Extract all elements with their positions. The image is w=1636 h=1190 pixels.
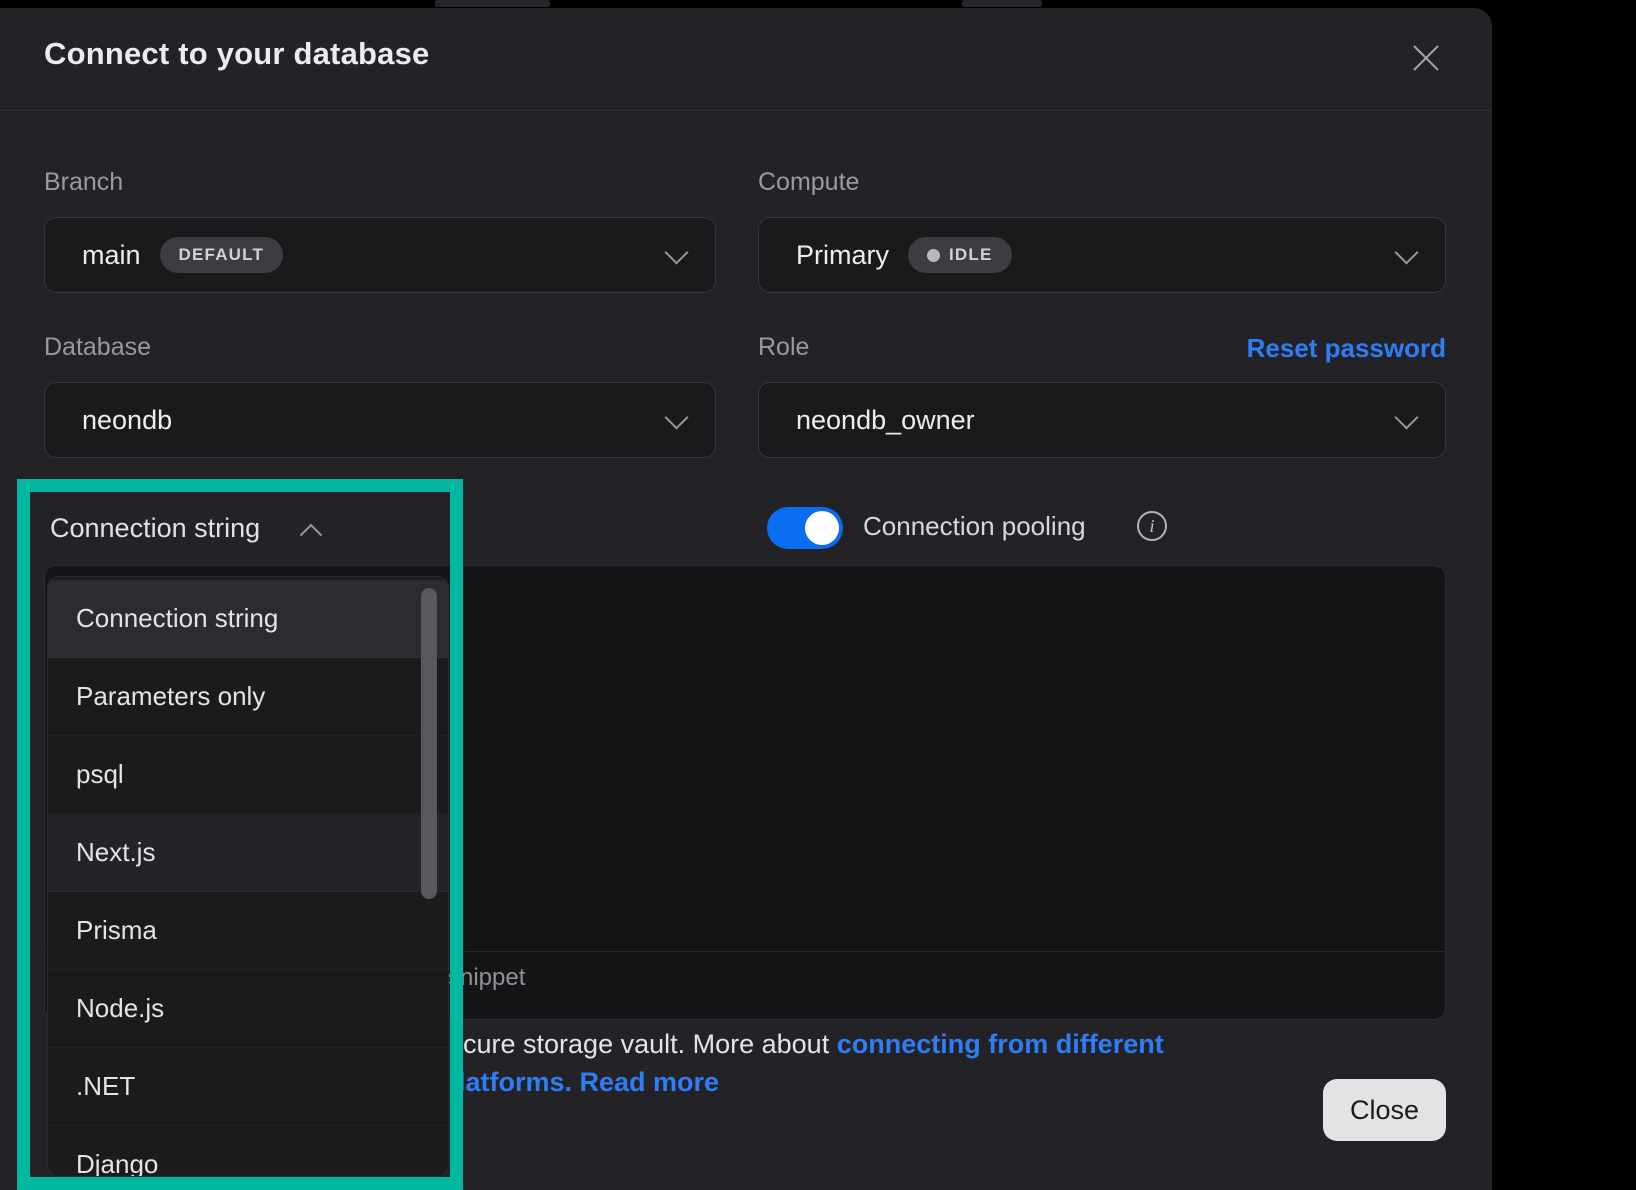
reset-password-link[interactable]: Reset password bbox=[1247, 333, 1446, 364]
connecting-platforms-link[interactable]: connecting from different bbox=[837, 1029, 1164, 1059]
database-value: neondb bbox=[82, 405, 172, 436]
role-value: neondb_owner bbox=[796, 405, 975, 436]
database-label: Database bbox=[44, 333, 151, 362]
screen: Connect to your database Branch Compute … bbox=[0, 0, 1636, 1190]
branch-select[interactable]: main DEFAULT bbox=[44, 217, 716, 293]
role-select[interactable]: neondb_owner bbox=[758, 382, 1446, 458]
branch-value: main bbox=[82, 240, 141, 271]
connection-type-option[interactable]: psql bbox=[48, 736, 448, 814]
chevron-down-icon bbox=[1394, 405, 1418, 429]
close-button[interactable]: Close bbox=[1323, 1079, 1446, 1141]
connection-type-option[interactable]: .NET bbox=[48, 1048, 448, 1126]
chevron-down-icon bbox=[1394, 240, 1418, 264]
compute-label: Compute bbox=[758, 168, 859, 197]
compute-idle-badge: IDLE bbox=[908, 237, 1012, 273]
page-behind-text-fragment bbox=[962, 0, 1042, 7]
dialog-title: Connect to your database bbox=[44, 36, 429, 72]
connection-type-option[interactable]: Django bbox=[48, 1126, 448, 1177]
status-dot-icon bbox=[927, 249, 940, 262]
connection-type-label[interactable]: Connection string bbox=[50, 513, 260, 544]
help-text-line2: latforms. Read more bbox=[458, 1067, 719, 1098]
connection-pooling-label: Connection pooling bbox=[863, 511, 1086, 542]
branch-label: Branch bbox=[44, 168, 123, 197]
connection-type-option[interactable]: Parameters only bbox=[48, 658, 448, 736]
connection-pooling-toggle[interactable] bbox=[767, 507, 843, 549]
role-label: Role bbox=[758, 333, 809, 362]
snippet-label[interactable]: snippet bbox=[448, 964, 525, 992]
connection-type-option[interactable]: Connection string bbox=[48, 580, 448, 658]
header-divider bbox=[0, 110, 1492, 111]
connection-type-option[interactable]: Node.js bbox=[48, 970, 448, 1048]
help-text-line1: cure storage vault. More about connectin… bbox=[463, 1029, 1164, 1060]
page-behind-text-fragment bbox=[435, 0, 550, 7]
info-icon[interactable]: i bbox=[1137, 511, 1167, 541]
connection-type-list: Connection string Parameters only psql N… bbox=[47, 576, 449, 1177]
scrollbar-thumb[interactable] bbox=[421, 588, 437, 899]
database-select[interactable]: neondb bbox=[44, 382, 716, 458]
chevron-down-icon bbox=[664, 405, 688, 429]
branch-default-badge: DEFAULT bbox=[160, 237, 284, 273]
compute-select[interactable]: Primary IDLE bbox=[758, 217, 1446, 293]
chevron-down-icon bbox=[664, 240, 688, 264]
connection-type-option[interactable]: Next.js bbox=[48, 814, 448, 892]
compute-value: Primary bbox=[796, 240, 889, 271]
close-icon[interactable] bbox=[1406, 38, 1446, 78]
read-more-link[interactable]: latforms. Read more bbox=[458, 1067, 719, 1097]
connection-type-option[interactable]: Prisma bbox=[48, 892, 448, 970]
toggle-knob bbox=[805, 511, 839, 545]
